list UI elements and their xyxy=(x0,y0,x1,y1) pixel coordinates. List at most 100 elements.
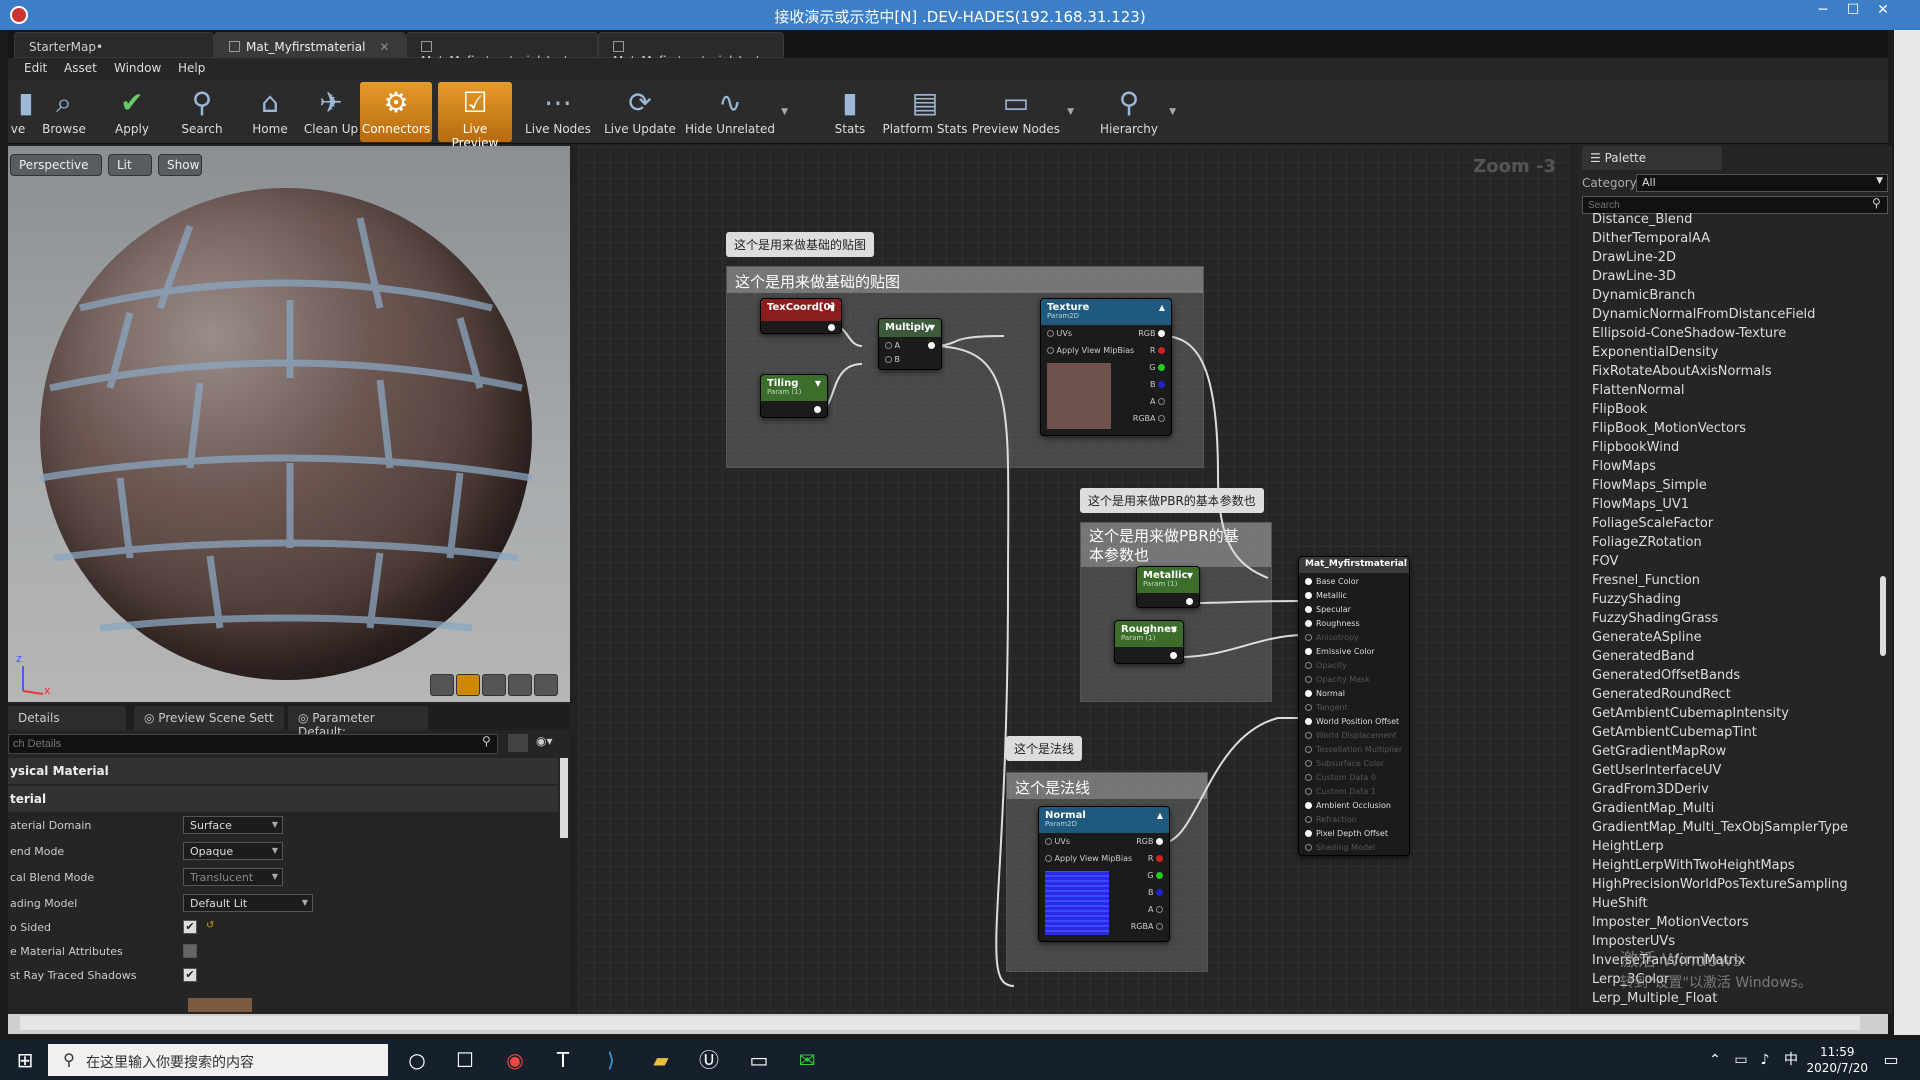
eye-icon[interactable]: ◉▾ xyxy=(536,734,553,748)
node-multiply[interactable]: Multiply ▼ A B xyxy=(878,318,942,370)
platform-stats-button[interactable]: ▤ Platform Stats xyxy=(880,82,970,142)
palette-item[interactable]: GradientMap_Multi xyxy=(1592,801,1714,820)
output-pin[interactable] xyxy=(814,405,821,414)
palette-item[interactable]: HueShift xyxy=(1592,896,1648,915)
home-button[interactable]: ⌂ Home xyxy=(244,82,296,142)
output-pin-rgb[interactable]: RGB xyxy=(1138,329,1165,338)
tab-startermap[interactable]: StarterMap• xyxy=(14,32,214,58)
palette-item[interactable]: FlowMaps_Simple xyxy=(1592,478,1707,497)
palette-item[interactable]: FoliageZRotation xyxy=(1592,535,1702,554)
collapse-arrow-icon[interactable]: ▼ xyxy=(1187,571,1193,580)
palette-item[interactable]: HeightLerp xyxy=(1592,839,1664,858)
show-button[interactable]: Show xyxy=(158,154,202,176)
palette-tab[interactable]: ☰ Palette xyxy=(1582,146,1722,170)
palette-item[interactable]: FlipBook_MotionVectors xyxy=(1592,421,1746,440)
preview-mesh-button[interactable] xyxy=(534,674,558,696)
palette-item[interactable]: GetGradientMapRow xyxy=(1592,744,1726,763)
node-tiling[interactable]: Tiling Param (1) ▼ xyxy=(760,374,828,418)
menu-window[interactable]: Window xyxy=(114,61,161,75)
menu-asset[interactable]: Asset xyxy=(64,61,97,75)
palette-item[interactable]: ExponentialDensity xyxy=(1592,345,1718,364)
result-input-pin[interactable]: World Displacement xyxy=(1305,731,1396,740)
palette-item[interactable]: Distance_Blend xyxy=(1592,212,1692,231)
tab-mat-inst-2[interactable]: Mat_Myfirstmaterial_Inst• xyxy=(598,32,784,68)
palette-item[interactable]: HeightLerpWithTwoHeightMaps xyxy=(1592,858,1795,877)
output-pin-rgb[interactable]: RGB xyxy=(1136,837,1163,846)
dropdown-arrow-icon[interactable]: ▼ xyxy=(1067,107,1074,117)
palette-item[interactable]: Lerp_Multiple_Float xyxy=(1592,991,1717,1010)
close-button[interactable]: ✕ xyxy=(1868,2,1898,24)
live-nodes-button[interactable]: ⋯ Live Nodes xyxy=(520,82,596,142)
node-material-result[interactable]: Mat_Myfirstmaterial Base Color Metallic Sp… xyxy=(1298,556,1410,856)
cast-ray-traced-shadows-checkbox[interactable]: ✔ xyxy=(183,968,197,982)
collapse-arrow-icon[interactable]: ▼ xyxy=(929,323,935,332)
result-input-pin[interactable]: Custom Data 1 xyxy=(1305,787,1376,796)
palette-item[interactable]: DrawLine-3D xyxy=(1592,269,1676,288)
material-graph[interactable]: Zoom -3 这个是用来做基础的贴图 这个是用来做基础的贴图 这个是用来做PB… xyxy=(578,146,1570,1014)
preview-sphere-button[interactable] xyxy=(456,674,480,696)
palette-item[interactable]: GetAmbientCubemapIntensity xyxy=(1592,706,1789,725)
apply-button[interactable]: ✔ Apply xyxy=(104,82,160,142)
result-input-pin[interactable]: Tangent xyxy=(1305,703,1348,712)
perspective-button[interactable]: Perspective xyxy=(10,154,102,176)
output-pin[interactable] xyxy=(1170,651,1177,660)
scroll-thumb[interactable] xyxy=(20,1016,1860,1030)
output-pin-g[interactable]: G xyxy=(1147,871,1163,880)
result-input-pin[interactable]: World Position Offset xyxy=(1305,717,1399,726)
palette-item[interactable]: FlipbookWind xyxy=(1592,440,1679,459)
input-pin-uvs[interactable]: UVs xyxy=(1047,329,1072,338)
palette-item[interactable]: GetAmbientCubemapTint xyxy=(1592,725,1757,744)
preview-viewport[interactable]: Perspective Lit Show z x xyxy=(8,146,570,702)
tab-details[interactable]: Details xyxy=(8,706,126,730)
output-pin[interactable] xyxy=(1186,597,1193,606)
windows-start-icon[interactable]: ⊞ xyxy=(10,1046,40,1074)
palette-item[interactable]: DitherTemporalAA xyxy=(1592,231,1710,250)
result-input-pin[interactable]: Roughness xyxy=(1305,619,1360,628)
preview-nodes-button[interactable]: ▭ Preview Nodes ▼ xyxy=(970,82,1074,142)
unreal-engine-icon[interactable]: Ⓤ xyxy=(694,1046,724,1074)
node-normal[interactable]: Normal Param2D ▲ UVs Apply View MipBias RG… xyxy=(1038,806,1170,942)
palette-item[interactable]: DynamicBranch xyxy=(1592,288,1695,307)
tab-mat-myfirstmaterial[interactable]: Mat_Myfirstmaterial ✕ xyxy=(214,32,406,58)
decal-blend-mode-dropdown[interactable]: Translucent xyxy=(183,868,283,886)
input-pin-b[interactable]: B xyxy=(885,355,900,364)
output-pin-rgba[interactable]: RGBA xyxy=(1131,922,1163,931)
palette-item[interactable]: GenerateASpline xyxy=(1592,630,1702,649)
dropdown-arrow-icon[interactable]: ▼ xyxy=(781,107,788,117)
result-input-pin[interactable]: Shading Model xyxy=(1305,843,1375,852)
wechat-icon[interactable]: ✉ xyxy=(792,1046,822,1074)
palette-item[interactable]: FlowMaps_UV1 xyxy=(1592,497,1689,516)
palette-item[interactable]: FlipBook xyxy=(1592,402,1647,421)
palette-scrollbar[interactable] xyxy=(1880,576,1886,656)
palette-item[interactable]: FuzzyShadingGrass xyxy=(1592,611,1718,630)
collapse-arrow-icon[interactable]: ▼ xyxy=(829,303,835,312)
clock[interactable]: 11:59 2020/7/20 xyxy=(1806,1044,1868,1076)
menu-help[interactable]: Help xyxy=(178,61,205,75)
menu-edit[interactable]: Edit xyxy=(24,61,47,75)
palette-item[interactable]: FlattenNormal xyxy=(1592,383,1685,402)
hide-unrelated-button[interactable]: ∿ Hide Unrelated ▼ xyxy=(684,82,788,142)
result-input-pin[interactable]: Subsurface Color xyxy=(1305,759,1384,768)
result-input-pin[interactable]: Base Color xyxy=(1305,577,1359,586)
vertical-scrollbar[interactable] xyxy=(1894,30,1920,1035)
dropdown-arrow-icon[interactable]: ▼ xyxy=(1169,107,1176,117)
node-metallic[interactable]: Metallic Param (1) ▼ xyxy=(1136,566,1200,608)
result-input-pin[interactable]: Emissive Color xyxy=(1305,647,1375,656)
palette-item[interactable]: FOV xyxy=(1592,554,1618,573)
node-texture[interactable]: Texture Param2D ▲ UVs Apply View MipBias R… xyxy=(1040,298,1172,436)
file-explorer-icon[interactable]: ▰ xyxy=(646,1046,676,1074)
preview-plane-button[interactable] xyxy=(482,674,506,696)
output-pin-g[interactable]: G xyxy=(1149,363,1165,372)
result-input-pin[interactable]: Custom Data 0 xyxy=(1305,773,1376,782)
remote-desktop-icon[interactable]: ▭ xyxy=(744,1046,774,1074)
horizontal-scrollbar[interactable] xyxy=(8,1014,1888,1034)
stats-button[interactable]: ▮ Stats xyxy=(822,82,878,142)
ime-indicator[interactable]: 中 xyxy=(1776,1046,1806,1074)
input-pin-a[interactable]: A xyxy=(885,341,900,350)
details-search-input[interactable] xyxy=(8,734,498,754)
preview-cylinder-button[interactable] xyxy=(430,674,454,696)
output-pin-b[interactable]: B xyxy=(1150,380,1165,389)
view-options-icon[interactable] xyxy=(508,734,528,752)
connectors-button[interactable]: ⚙ Connectors xyxy=(360,82,432,142)
palette-item[interactable]: DrawLine-2D xyxy=(1592,250,1676,269)
